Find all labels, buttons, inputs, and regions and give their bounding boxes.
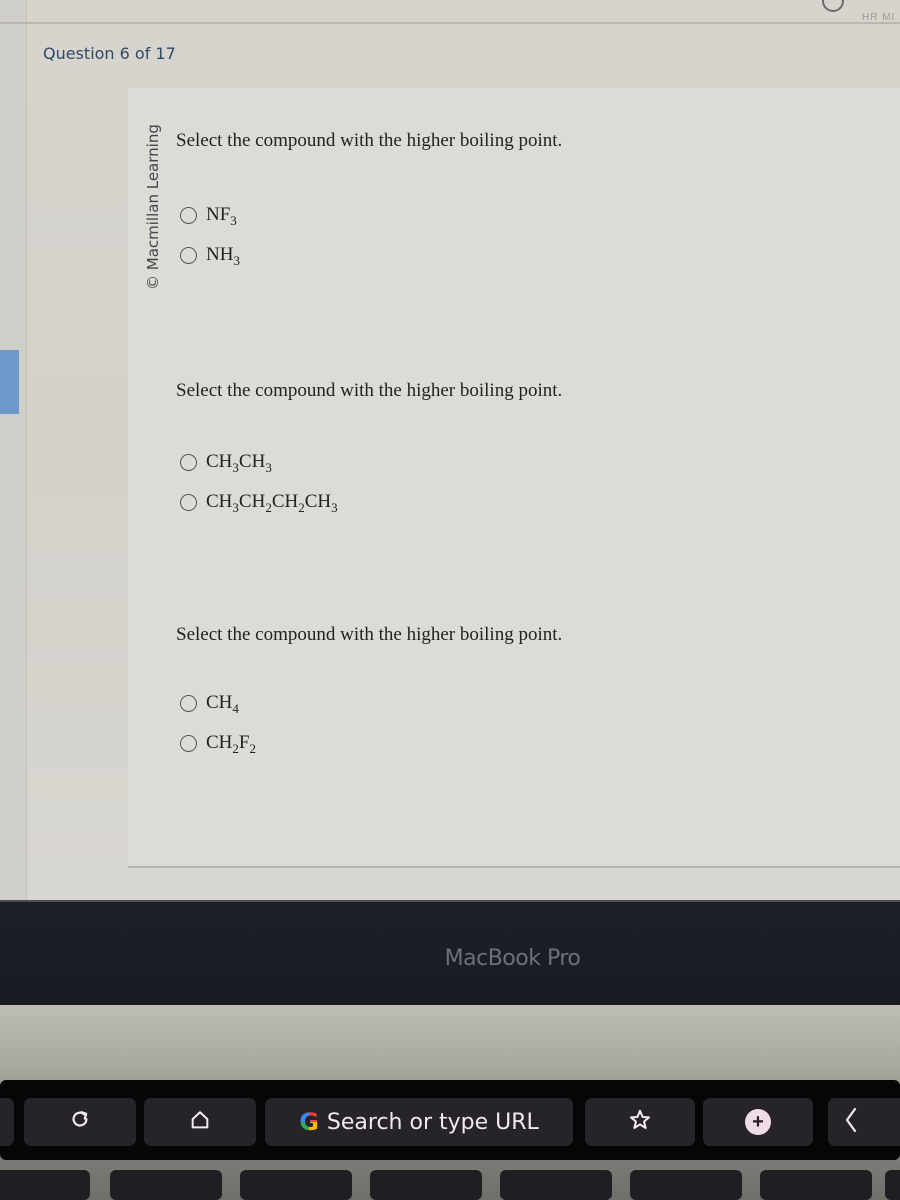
- collapse-touchbar-button[interactable]: [828, 1098, 900, 1146]
- subscript: 3: [232, 460, 239, 475]
- browser-screen: HR MI Question 6 of 17 © Macmillan Learn…: [0, 0, 900, 900]
- keyboard-key[interactable]: [370, 1170, 482, 1200]
- subscript: 2: [298, 500, 305, 515]
- search-url-placeholder: Search or type URL: [326, 1109, 539, 1135]
- option-label: CH3CH2CH2CH3: [206, 491, 338, 515]
- radio-button[interactable]: [180, 246, 197, 264]
- subscript: 2: [249, 741, 256, 756]
- question-3-option-2[interactable]: CH2F2: [180, 732, 256, 756]
- new-tab-button[interactable]: +: [703, 1098, 813, 1146]
- radio-button[interactable]: [180, 206, 197, 224]
- option-label: CH2F2: [206, 732, 256, 756]
- keyboard-key[interactable]: [760, 1170, 872, 1200]
- option-label: CH3CH3: [206, 451, 272, 475]
- left-navigation-strip: [0, 0, 27, 900]
- subscript: 3: [230, 213, 237, 228]
- subscript: 3: [331, 500, 338, 515]
- option-label: CH4: [206, 692, 239, 716]
- keyboard-key[interactable]: [0, 1170, 90, 1200]
- keyboard-key[interactable]: [240, 1170, 352, 1200]
- radio-button[interactable]: [180, 453, 197, 471]
- touch-bar: G Search or type URL +: [0, 1080, 900, 1160]
- keyboard-key[interactable]: [500, 1170, 612, 1200]
- question-1-prompt: Select the compound with the higher boil…: [176, 130, 563, 151]
- question-3-option-1[interactable]: CH4: [180, 692, 239, 716]
- keyboard-key[interactable]: [885, 1170, 900, 1200]
- bezel-brand-label: MacBook Pro: [444, 946, 581, 971]
- home-button[interactable]: [144, 1098, 256, 1146]
- keyboard-key[interactable]: [110, 1170, 222, 1200]
- option-label: NF3: [206, 204, 237, 228]
- question-3-prompt: Select the compound with the higher boil…: [176, 624, 563, 645]
- keyboard-row: [0, 1170, 900, 1200]
- question-1-option-1[interactable]: NF3: [180, 204, 237, 228]
- subscript: 3: [265, 460, 272, 475]
- option-label: NH3: [206, 244, 240, 268]
- subscript: 2: [265, 500, 272, 515]
- search-url-field[interactable]: G Search or type URL: [265, 1098, 573, 1146]
- subscript: 2: [232, 741, 239, 756]
- radio-button[interactable]: [180, 493, 197, 511]
- question-2-option-1[interactable]: CH3CH3: [180, 451, 272, 475]
- header-divider: [0, 22, 900, 24]
- subscript: 3: [232, 500, 239, 515]
- question-2-prompt: Select the compound with the higher boil…: [176, 380, 563, 401]
- question-1-option-2[interactable]: NH3: [180, 244, 240, 268]
- google-g-icon: G: [299, 1108, 319, 1136]
- profile-circle-icon[interactable]: [822, 0, 844, 12]
- question-counter: Question 6 of 17: [43, 44, 176, 63]
- keyboard-key[interactable]: [630, 1170, 742, 1200]
- radio-button[interactable]: [180, 694, 197, 712]
- plus-circle-icon: +: [745, 1109, 771, 1135]
- question-2-option-2[interactable]: CH3CH2CH2CH3: [180, 491, 338, 515]
- side-nav-active-tab[interactable]: [0, 350, 19, 414]
- touchbar-edge-button[interactable]: [0, 1098, 14, 1146]
- subscript: 4: [232, 701, 239, 716]
- laptop-bezel: MacBook Pro: [0, 900, 900, 1007]
- reload-icon: [69, 1109, 91, 1136]
- subscript: 3: [233, 253, 240, 268]
- bookmark-button[interactable]: [585, 1098, 695, 1146]
- home-icon: [189, 1109, 211, 1136]
- star-icon: [628, 1108, 652, 1137]
- copyright-label: © Macmillan Learning: [144, 124, 162, 290]
- radio-button[interactable]: [180, 734, 197, 752]
- reload-button[interactable]: [24, 1098, 136, 1146]
- header-user-initials: HR MI: [862, 12, 896, 23]
- chevron-left-icon: [844, 1107, 858, 1138]
